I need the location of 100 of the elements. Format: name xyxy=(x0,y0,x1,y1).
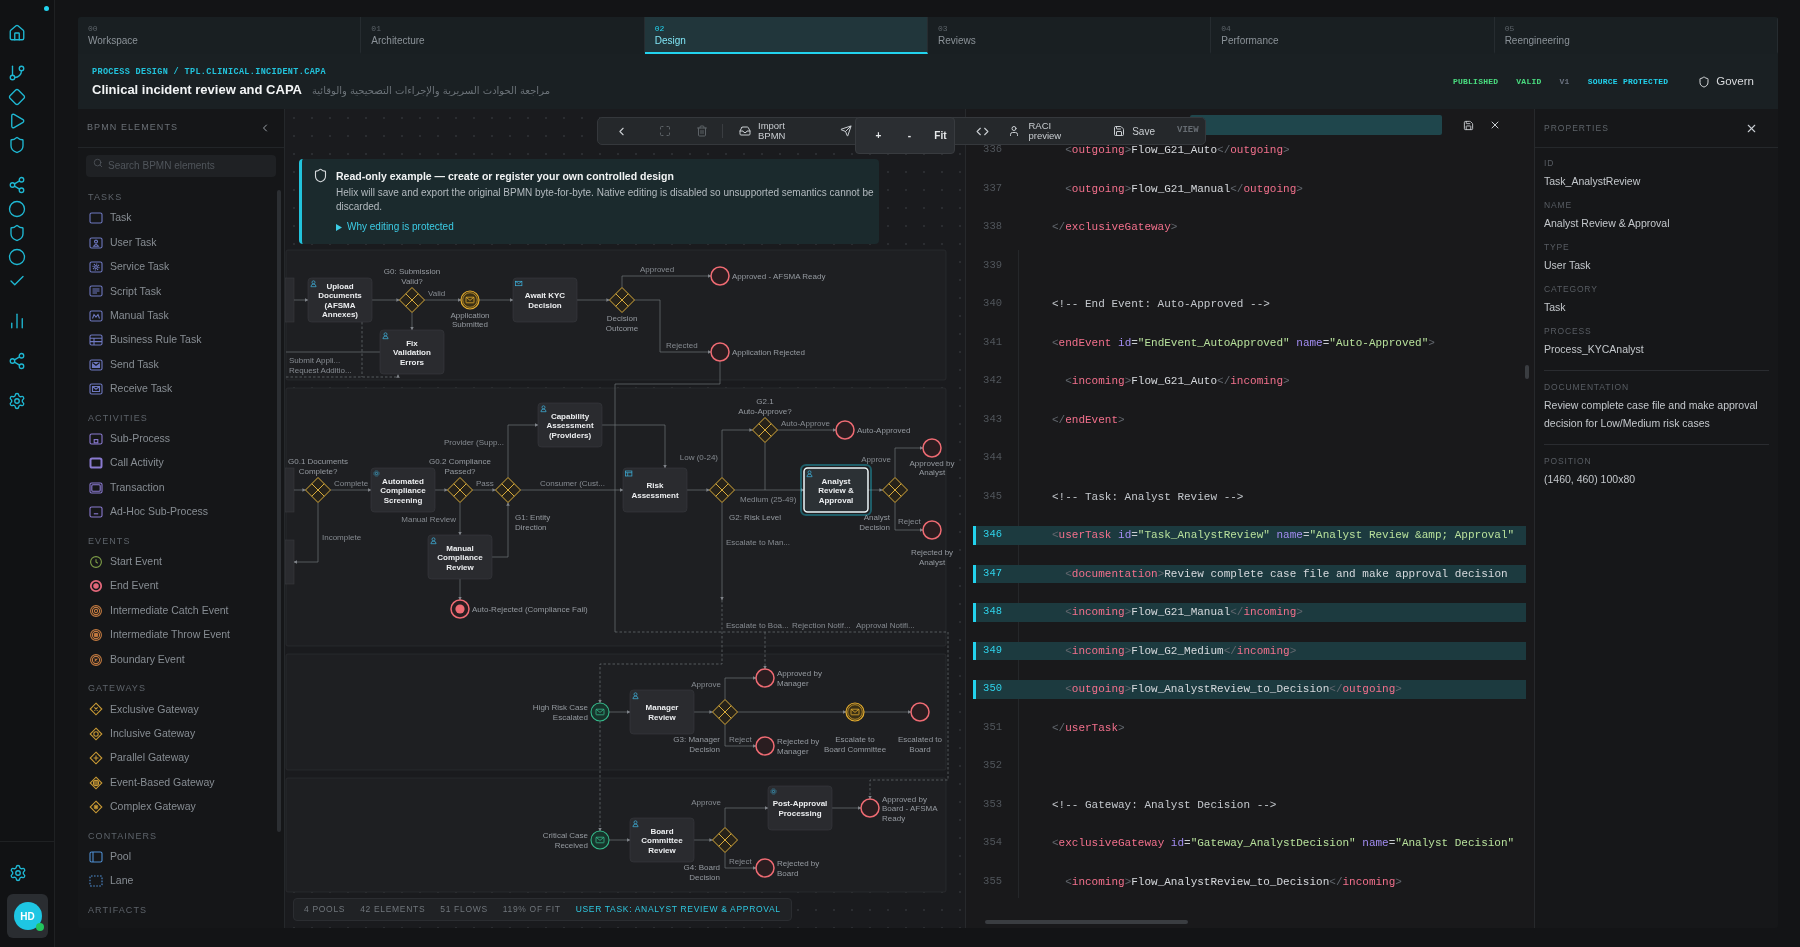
palette-item[interactable]: Task xyxy=(86,206,276,231)
branch-icon[interactable] xyxy=(8,64,26,82)
palette-item[interactable]: Boundary Event xyxy=(86,647,276,672)
gear-icon xyxy=(373,470,380,477)
palette-item[interactable]: Ad-Hoc Sub-Process xyxy=(86,499,276,525)
pool-icon xyxy=(89,849,103,864)
save-button[interactable]: Save xyxy=(1113,118,1155,144)
catch-event-icon xyxy=(89,603,103,618)
save-icon xyxy=(1113,125,1126,137)
script-task-icon xyxy=(89,284,103,299)
flow-label: Pass xyxy=(476,479,494,488)
palette-item[interactable]: End Event xyxy=(86,574,276,599)
palette-item[interactable]: Business Rule Task xyxy=(86,328,276,353)
flow-label: Incomplete xyxy=(322,533,362,542)
page-title: Clinical incident review and CAPA xyxy=(92,80,302,98)
palette-item[interactable]: Service Task xyxy=(86,254,276,280)
property-label: CATEGORY xyxy=(1544,283,1599,295)
palette-item[interactable]: Receive Task xyxy=(86,376,276,402)
palette-item[interactable]: Call Activity xyxy=(86,451,276,476)
property-label: ID xyxy=(1544,157,1556,169)
flow-label: Escalate to Man... xyxy=(726,538,791,547)
person-icon xyxy=(632,692,639,700)
node-label: Auto-Approved xyxy=(857,426,911,435)
code-line: <!-- Gateway: Analyst Decision --> xyxy=(1052,797,1277,812)
property-label: TYPE xyxy=(1544,241,1571,253)
palette-item[interactable]: Sub-Process xyxy=(86,426,276,452)
shield-icon[interactable] xyxy=(8,224,26,242)
close-button[interactable] xyxy=(1489,119,1501,131)
code-line: <outgoing>Flow_AnalystReview_to_Decision</outgoing> xyxy=(1064,682,1402,697)
palette-item[interactable]: Inclusive Gateway xyxy=(86,721,276,746)
palette-item[interactable]: Complex Gateway xyxy=(86,794,276,820)
envelope-icon xyxy=(850,708,860,716)
palette-item[interactable]: Start Event xyxy=(86,549,276,575)
triangle-right-icon xyxy=(336,223,342,231)
envelope-icon xyxy=(465,296,475,304)
share-icon[interactable] xyxy=(8,352,26,370)
palette-item[interactable]: User Task xyxy=(86,230,276,255)
save-button[interactable] xyxy=(1463,119,1474,131)
palette-item[interactable]: Exclusive Gateway xyxy=(86,697,276,722)
play-icon[interactable] xyxy=(8,112,26,130)
task-label: Await KYC Decision xyxy=(524,291,566,310)
code-line: <endEvent id="EndEvent_AutoApproved" name="Auto-Approved"> xyxy=(1052,335,1435,350)
import-button[interactable]: Import BPMN xyxy=(739,118,786,144)
inbox-icon xyxy=(739,125,751,137)
receive-task-icon xyxy=(89,382,103,396)
section-title: CONTAINERS xyxy=(87,829,159,842)
circle-icon[interactable] xyxy=(8,200,26,218)
scrollbar[interactable] xyxy=(1525,365,1529,379)
palette-item[interactable]: Send Task xyxy=(86,352,276,377)
settings-icon[interactable] xyxy=(8,392,26,410)
line-number: 341 xyxy=(982,334,1002,350)
line-number: 354 xyxy=(982,835,1002,851)
palette-item[interactable]: Event-Based Gateway xyxy=(86,770,276,795)
breadcrumb: PROCESS DESIGN / TPL.CLINICAL.INCIDENT.CAPA xyxy=(92,65,327,78)
flow-label: Request Additio... xyxy=(289,366,352,375)
flow-label: Approved xyxy=(640,265,675,274)
section-title: ACTIVITIES xyxy=(87,411,149,424)
govern-button[interactable]: Govern xyxy=(1698,72,1754,91)
business-rule-task-icon xyxy=(89,333,103,348)
flow-label: Approve xyxy=(691,680,721,689)
circle-icon[interactable] xyxy=(8,248,26,266)
call-activity-icon xyxy=(89,456,103,471)
scrollbar[interactable] xyxy=(985,920,1188,924)
task-label: Manager Review xyxy=(645,703,679,722)
tab[interactable]: 02 Design xyxy=(644,17,928,54)
bar-chart-icon[interactable] xyxy=(8,312,26,330)
palette-item[interactable]: Manual Task xyxy=(86,303,276,329)
diamond-icon[interactable] xyxy=(8,88,26,106)
gear-icon xyxy=(770,788,777,795)
node-label: Rejected by Board xyxy=(777,859,820,878)
palette-item[interactable]: Pool xyxy=(86,844,276,869)
palette-item[interactable]: Intermediate Throw Event xyxy=(86,622,276,648)
zoom-out-button[interactable]: - xyxy=(899,125,920,146)
person-icon xyxy=(382,332,389,340)
palette-item[interactable]: Intermediate Catch Event xyxy=(86,598,276,623)
line-number: 346 xyxy=(982,527,1002,543)
envelope-icon xyxy=(595,836,605,844)
palette-item[interactable]: Lane xyxy=(86,869,276,894)
code-line: <incoming>Flow_G21_Auto</incoming> xyxy=(1064,374,1290,389)
palette-item[interactable]: Parallel Gateway xyxy=(86,745,276,771)
share-icon[interactable] xyxy=(8,176,26,194)
code-line: <outgoing>Flow_G21_Auto</outgoing> xyxy=(1064,143,1290,158)
page-subtitle: مراجعة الحوادث السريرية والإجراءات التصحيحية والوقائية xyxy=(312,83,550,98)
mode-label: VIEW xyxy=(1177,124,1199,138)
settings-icon[interactable] xyxy=(9,864,27,882)
property-label: POSITION xyxy=(1544,455,1593,467)
flow-label: Consumer (Cust... xyxy=(540,479,605,488)
ad-hoc-sub-process-icon xyxy=(89,505,103,520)
home-icon[interactable] xyxy=(8,24,26,42)
transaction-icon xyxy=(89,480,103,495)
flow-label: Reject xyxy=(729,735,752,744)
palette-item[interactable]: Script Task xyxy=(86,279,276,304)
help-link[interactable]: Why editing is protected xyxy=(336,220,454,234)
raci-preview-button[interactable]: RACI preview xyxy=(1006,118,1062,144)
property-value: Task xyxy=(1544,300,1567,315)
fit-button[interactable]: Fit xyxy=(930,125,951,146)
palette-item[interactable]: Transaction xyxy=(86,475,276,500)
shield-icon[interactable] xyxy=(8,136,26,154)
zoom-in-button[interactable]: + xyxy=(868,125,889,146)
search-icon xyxy=(93,158,103,168)
